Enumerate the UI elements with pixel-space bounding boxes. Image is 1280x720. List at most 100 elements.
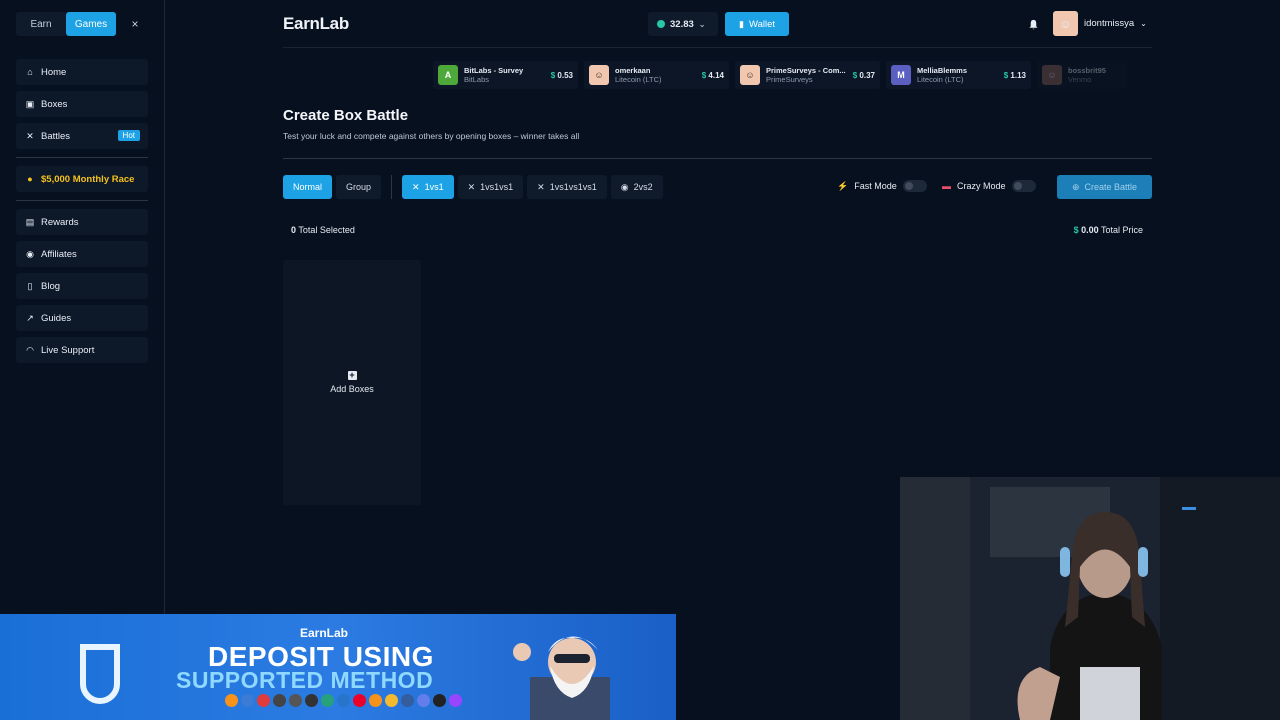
chevron-down-icon: ⌄ <box>1140 19 1147 28</box>
swords-icon: ✕ <box>412 181 420 192</box>
sidebar-item-label: Boxes <box>41 98 68 110</box>
users-icon: ◉ <box>26 248 34 259</box>
sidebar-item-rewards[interactable]: ▤ Rewards <box>16 209 148 235</box>
swords-icon: ✕ <box>26 130 34 141</box>
tab-label: 2vs2 <box>633 182 653 192</box>
sidebar-item-affiliates[interactable]: ◉ Affiliates <box>16 241 148 267</box>
drop-method: Venmo <box>1068 75 1092 84</box>
tab-1vs1vs1[interactable]: ✕ 1vs1vs1 <box>457 175 524 199</box>
sidebar: Earn Games × ⌂ Home ▣ Boxes ✕ Battles Ho… <box>0 0 165 614</box>
coin-icon <box>417 694 430 707</box>
sidebar-item-label: Battles <box>41 130 71 142</box>
selected-count: 0 <box>291 225 297 235</box>
drop-amount: $ 0.53 <box>550 70 573 80</box>
drop-name: bossbrit95 <box>1068 66 1106 75</box>
crazy-mode-toggle[interactable]: ▬ Crazy Mode <box>942 180 1036 192</box>
sidebar-item-label: Blog <box>41 280 61 292</box>
payment-methods <box>225 694 462 707</box>
headset-icon: ◠ <box>26 344 34 355</box>
tab-1vs1vs1vs1[interactable]: ✕ 1vs1vs1vs1 <box>527 175 607 199</box>
divider <box>283 158 1152 159</box>
crazy-mode-label: Crazy Mode <box>957 181 1006 191</box>
close-sidebar-button[interactable]: × <box>124 12 146 36</box>
sidebar-item-home[interactable]: ⌂ Home <box>16 59 148 85</box>
live-drop-item[interactable]: ☺ bossbrit95 Venmo <box>1037 61 1127 89</box>
sidebar-item-live-support[interactable]: ◠ Live Support <box>16 337 148 363</box>
live-drops: A BitLabs - Survey BitLabs $ 0.53 ☺ omer… <box>433 61 1127 89</box>
drop-avatar: ☺ <box>589 65 609 85</box>
drop-avatar: M <box>891 65 911 85</box>
avatar: ☺ <box>1053 11 1078 36</box>
tab-normal[interactable]: Normal <box>283 175 333 199</box>
tab-label: 1vs1 <box>424 182 444 192</box>
tab-2vs2[interactable]: ◉ 2vs2 <box>610 175 663 199</box>
divider <box>391 175 393 199</box>
crazy-icon: ▬ <box>942 181 951 191</box>
flask-icon <box>80 644 120 704</box>
divider <box>16 157 148 158</box>
coin-icon <box>225 694 238 707</box>
tab-games[interactable]: Games <box>66 12 116 36</box>
create-battle-button[interactable]: ⊕ Create Battle <box>1057 175 1152 199</box>
drop-method: Litecoin (LTC) <box>615 75 662 84</box>
drop-method: BitLabs <box>464 75 490 84</box>
wallet-icon: ▮ <box>739 18 744 29</box>
sidebar-item-boxes[interactable]: ▣ Boxes <box>16 91 148 117</box>
coin-icon <box>305 694 318 707</box>
wallet-button[interactable]: ▮ Wallet <box>725 12 789 36</box>
sidebar-item-battles[interactable]: ✕ Battles Hot <box>16 123 148 149</box>
add-boxes-card[interactable]: + Add Boxes <box>283 260 421 505</box>
price-currency: $ <box>1073 225 1079 235</box>
document-icon: ▯ <box>27 280 33 291</box>
sidebar-item-label: Home <box>41 66 67 78</box>
fast-mode-switch[interactable] <box>902 180 927 192</box>
live-drop-item[interactable]: A BitLabs - Survey BitLabs $ 0.53 <box>433 61 578 89</box>
price-label: Total Price <box>1100 225 1143 235</box>
live-drop-item[interactable]: ☺ PrimeSurveys - Com... PrimeSurveys $ 0… <box>735 61 880 89</box>
hot-badge: Hot <box>117 130 140 141</box>
battle-options: Normal Group ✕ 1vs1 ✕ 1vs1vs1 ✕ 1vs1vs1v… <box>283 175 663 199</box>
coin-icon <box>433 694 446 707</box>
plus-icon: + <box>347 370 357 380</box>
home-icon: ⌂ <box>27 67 33 77</box>
drop-avatar: A <box>438 65 458 85</box>
gift-icon: ▤ <box>25 216 35 227</box>
box-icon: ▣ <box>25 98 35 109</box>
drop-text: BitLabs - Survey BitLabs <box>464 66 523 84</box>
sidebar-nav: ⌂ Home ▣ Boxes ✕ Battles Hot ● $5,000 Mo… <box>16 59 148 369</box>
total-selected: 0 Total Selected <box>291 225 355 235</box>
bell-glyph <box>1028 19 1038 30</box>
bell-icon[interactable] <box>1022 13 1044 35</box>
sidebar-item-guides[interactable]: ↗ Guides <box>16 305 148 331</box>
coin-icon <box>321 694 334 707</box>
tab-group[interactable]: Group <box>336 175 382 199</box>
drop-amount: $ 1.13 <box>1003 70 1026 80</box>
live-drop-item[interactable]: M MelliaBlemms Litecoin (LTC) $ 1.13 <box>886 61 1031 89</box>
webcam-video <box>900 477 1280 720</box>
tab-earn[interactable]: Earn <box>16 12 66 36</box>
username: idontmissya <box>1084 18 1135 29</box>
sidebar-item-label: Affiliates <box>41 248 77 260</box>
coin-icon <box>337 694 350 707</box>
balance-dropdown[interactable]: 32.83 ⌄ <box>648 12 718 36</box>
coin-icon <box>449 694 462 707</box>
plus-circle-icon: ⊕ <box>1071 181 1080 192</box>
price-value: 0.00 <box>1081 225 1099 235</box>
mode-switch: Earn Games <box>16 12 116 36</box>
user-menu[interactable]: ☺ idontmissya ⌄ <box>1053 11 1147 36</box>
drop-name: MelliaBlemms <box>917 66 968 75</box>
logo[interactable]: EarnLab <box>283 14 349 34</box>
drop-amount: $ 4.14 <box>701 70 724 80</box>
sidebar-item-monthly-race[interactable]: ● $5,000 Monthly Race <box>16 166 148 192</box>
coin-icon <box>273 694 286 707</box>
live-drop-item[interactable]: ☺ omerkaan Litecoin (LTC) $ 4.14 <box>584 61 729 89</box>
coin-icon <box>385 694 398 707</box>
promo-banner[interactable]: EarnLab DEPOSIT USING SUPPORTED METHOD <box>0 614 676 720</box>
users-icon: ◉ <box>620 181 629 192</box>
crazy-mode-switch[interactable] <box>1011 180 1036 192</box>
fast-mode-toggle[interactable]: ⚡ Fast Mode <box>837 180 927 192</box>
tab-1vs1[interactable]: ✕ 1vs1 <box>402 175 454 199</box>
swords-icon: ✕ <box>537 181 545 192</box>
divider <box>16 200 148 201</box>
sidebar-item-blog[interactable]: ▯ Blog <box>16 273 148 299</box>
